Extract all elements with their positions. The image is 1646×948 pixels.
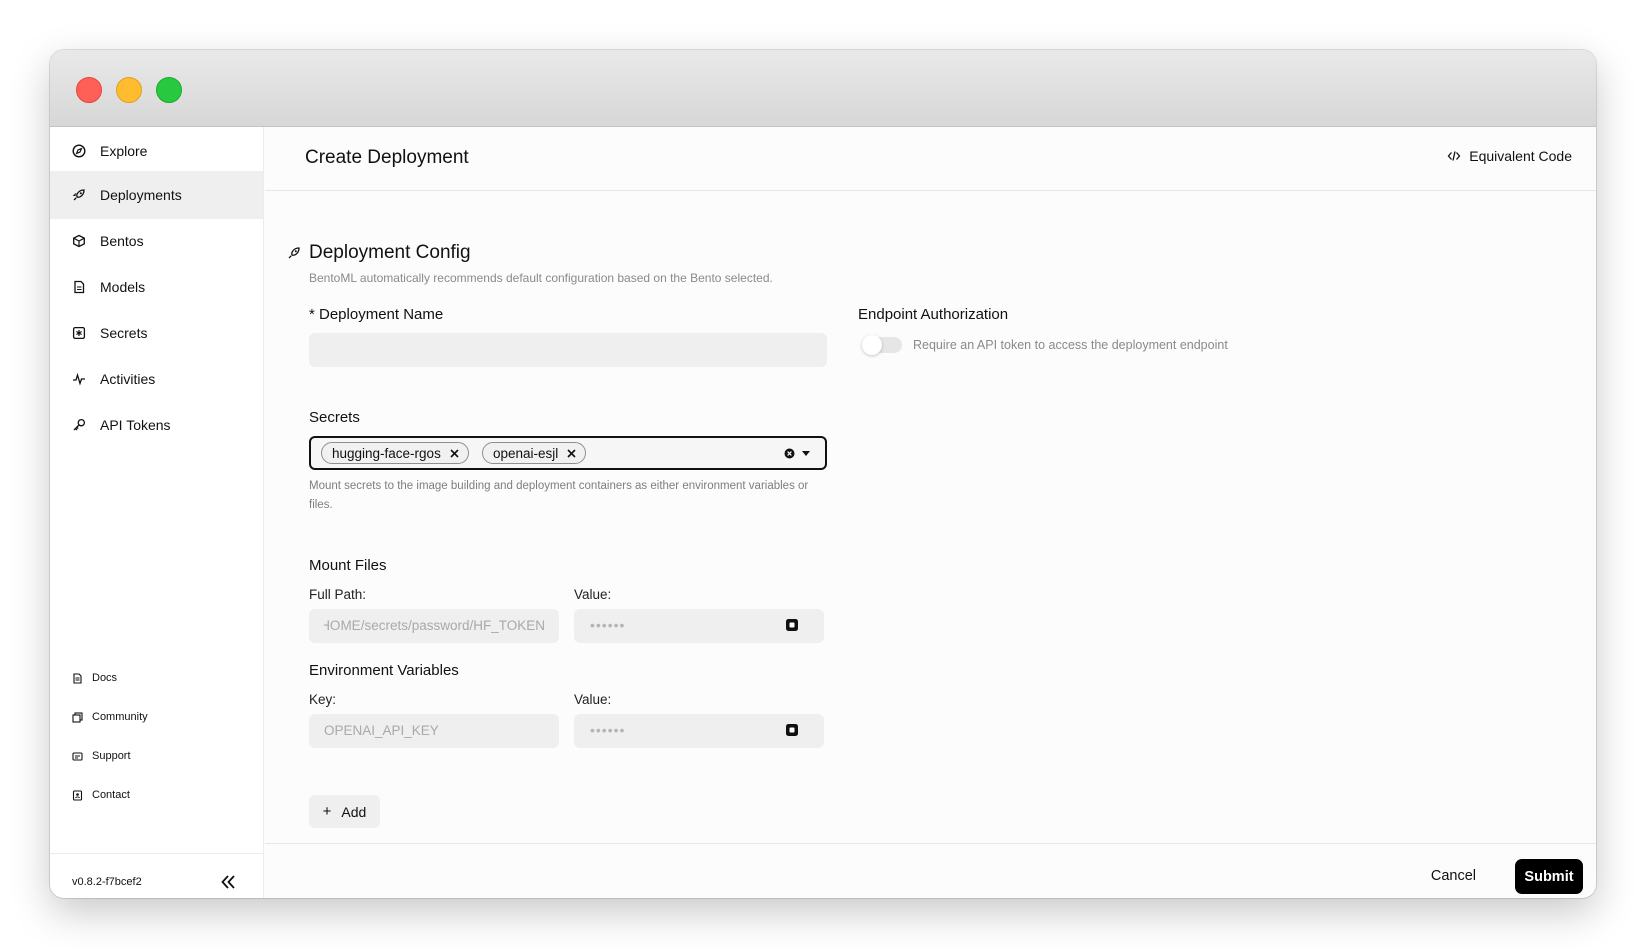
- cancel-button[interactable]: Cancel: [1431, 868, 1476, 884]
- masked-value: ••••••: [590, 722, 626, 738]
- secret-icon: [72, 326, 86, 340]
- sidebar-item-label: Secrets: [100, 325, 148, 341]
- chevrons-left-icon: [218, 872, 238, 892]
- deployment-name-input[interactable]: [309, 333, 827, 367]
- mount-value-label: Value:: [574, 587, 612, 602]
- reveal-value-icon[interactable]: [785, 723, 799, 737]
- remove-tag-icon[interactable]: [566, 448, 577, 459]
- title-bar: [50, 50, 1596, 127]
- full-path-input[interactable]: HOME/secrets/password/HF_TOKEN: [309, 609, 559, 643]
- footer-link-label: Support: [92, 750, 131, 762]
- box-icon: [72, 234, 86, 248]
- sidebar-item-models[interactable]: Models: [50, 263, 263, 311]
- sidebar-item-label: Explore: [100, 143, 148, 159]
- activity-icon: [72, 372, 86, 386]
- minimize-window-button[interactable]: [116, 77, 142, 103]
- full-path-value: HOME/secrets/password/HF_TOKEN: [324, 618, 545, 633]
- sidebar-item-secrets[interactable]: Secrets: [50, 309, 263, 357]
- sidebar-divider: [50, 853, 263, 854]
- community-icon: [72, 711, 83, 723]
- sidebar-item-activities[interactable]: Activities: [50, 355, 263, 403]
- masked-value: ••••••: [590, 617, 626, 633]
- support-icon: [72, 751, 83, 762]
- section-description: BentoML automatically recommends default…: [309, 271, 773, 285]
- footer-link-label: Contact: [92, 789, 130, 801]
- add-button-label: Add: [341, 803, 367, 820]
- sidebar-item-label: Bentos: [100, 233, 144, 249]
- file-icon: [72, 280, 86, 294]
- app-window: Explore Deployments Bentos Models Secret…: [50, 50, 1596, 898]
- sidebar-item-deployments[interactable]: Deployments: [50, 171, 263, 219]
- key-label: Key:: [309, 692, 337, 707]
- env-value-label: Value:: [574, 692, 612, 707]
- sidebar-item-explore[interactable]: Explore: [50, 127, 263, 175]
- doc-icon: [72, 672, 83, 684]
- reveal-value-icon[interactable]: [785, 618, 799, 632]
- footer-link-support[interactable]: Support: [72, 746, 131, 766]
- deployment-name-label: * Deployment Name: [309, 306, 444, 323]
- form-footer: Cancel Submit: [265, 843, 1596, 898]
- secrets-label: Secrets: [309, 409, 360, 426]
- env-vars-label: Environment Variables: [309, 662, 459, 679]
- remove-tag-icon[interactable]: [449, 448, 460, 459]
- full-path-label: Full Path:: [309, 587, 367, 602]
- endpoint-auth-toggle[interactable]: [862, 335, 902, 355]
- close-window-button[interactable]: [76, 77, 102, 103]
- sidebar-item-label: Models: [100, 279, 146, 295]
- submit-button[interactable]: Submit: [1515, 859, 1583, 894]
- toggle-knob: [862, 335, 882, 355]
- key-icon: [72, 418, 86, 432]
- page-title: Create Deployment: [305, 147, 469, 168]
- sidebar: Explore Deployments Bentos Models Secret…: [50, 127, 264, 898]
- mount-files-label: Mount Files: [309, 557, 387, 574]
- plus-icon: +: [322, 803, 332, 820]
- env-key-input[interactable]: OPENAI_API_KEY: [309, 714, 559, 748]
- sidebar-item-api-tokens[interactable]: API Tokens: [50, 401, 263, 449]
- chevron-down-icon[interactable]: [802, 451, 810, 456]
- env-key-value: OPENAI_API_KEY: [324, 723, 439, 738]
- footer-link-docs[interactable]: Docs: [72, 668, 117, 688]
- endpoint-auth-label: Endpoint Authorization: [858, 306, 1009, 323]
- secret-tag-label: hugging-face-rgos: [332, 445, 441, 461]
- section-title: Deployment Config: [309, 242, 471, 263]
- clear-selection-icon[interactable]: [784, 448, 795, 459]
- secret-tag: openai-esjl: [482, 442, 587, 464]
- footer-link-contact[interactable]: Contact: [72, 785, 130, 805]
- footer-link-label: Docs: [92, 672, 118, 684]
- sidebar-item-label: Activities: [100, 371, 156, 387]
- compass-icon: [72, 144, 86, 158]
- secret-tag-label: openai-esjl: [493, 445, 559, 461]
- sidebar-item-label: Deployments: [100, 187, 182, 203]
- sidebar-item-bentos[interactable]: Bentos: [50, 217, 263, 265]
- secrets-select[interactable]: hugging-face-rgos openai-esjl: [309, 436, 827, 470]
- version-label: v0.8.2-f7bcef2: [72, 876, 142, 888]
- equivalent-code-label: Equivalent Code: [1469, 148, 1572, 164]
- secret-tag: hugging-face-rgos: [321, 442, 469, 464]
- collapse-sidebar-button[interactable]: [218, 872, 238, 892]
- zoom-window-button[interactable]: [156, 77, 182, 103]
- footer-link-label: Community: [92, 711, 148, 723]
- secrets-help-text: Mount secrets to the image building and …: [309, 480, 809, 511]
- endpoint-auth-description: Require an API token to access the deplo…: [913, 338, 1228, 352]
- main-content: Create Deployment Equivalent Code Deploy…: [265, 127, 1596, 898]
- contact-icon: [72, 789, 83, 801]
- code-icon: [1447, 149, 1461, 163]
- sidebar-item-label: API Tokens: [100, 417, 171, 433]
- footer-link-community[interactable]: Community: [72, 707, 148, 727]
- add-env-var-button[interactable]: + Add: [309, 795, 380, 828]
- env-value-input[interactable]: ••••••: [574, 714, 824, 748]
- rocket-icon: [287, 246, 301, 260]
- rocket-icon: [72, 188, 86, 202]
- mount-value-input[interactable]: ••••••: [574, 609, 824, 643]
- page-header: Create Deployment Equivalent Code: [265, 127, 1596, 191]
- equivalent-code-button[interactable]: Equivalent Code: [1447, 148, 1572, 164]
